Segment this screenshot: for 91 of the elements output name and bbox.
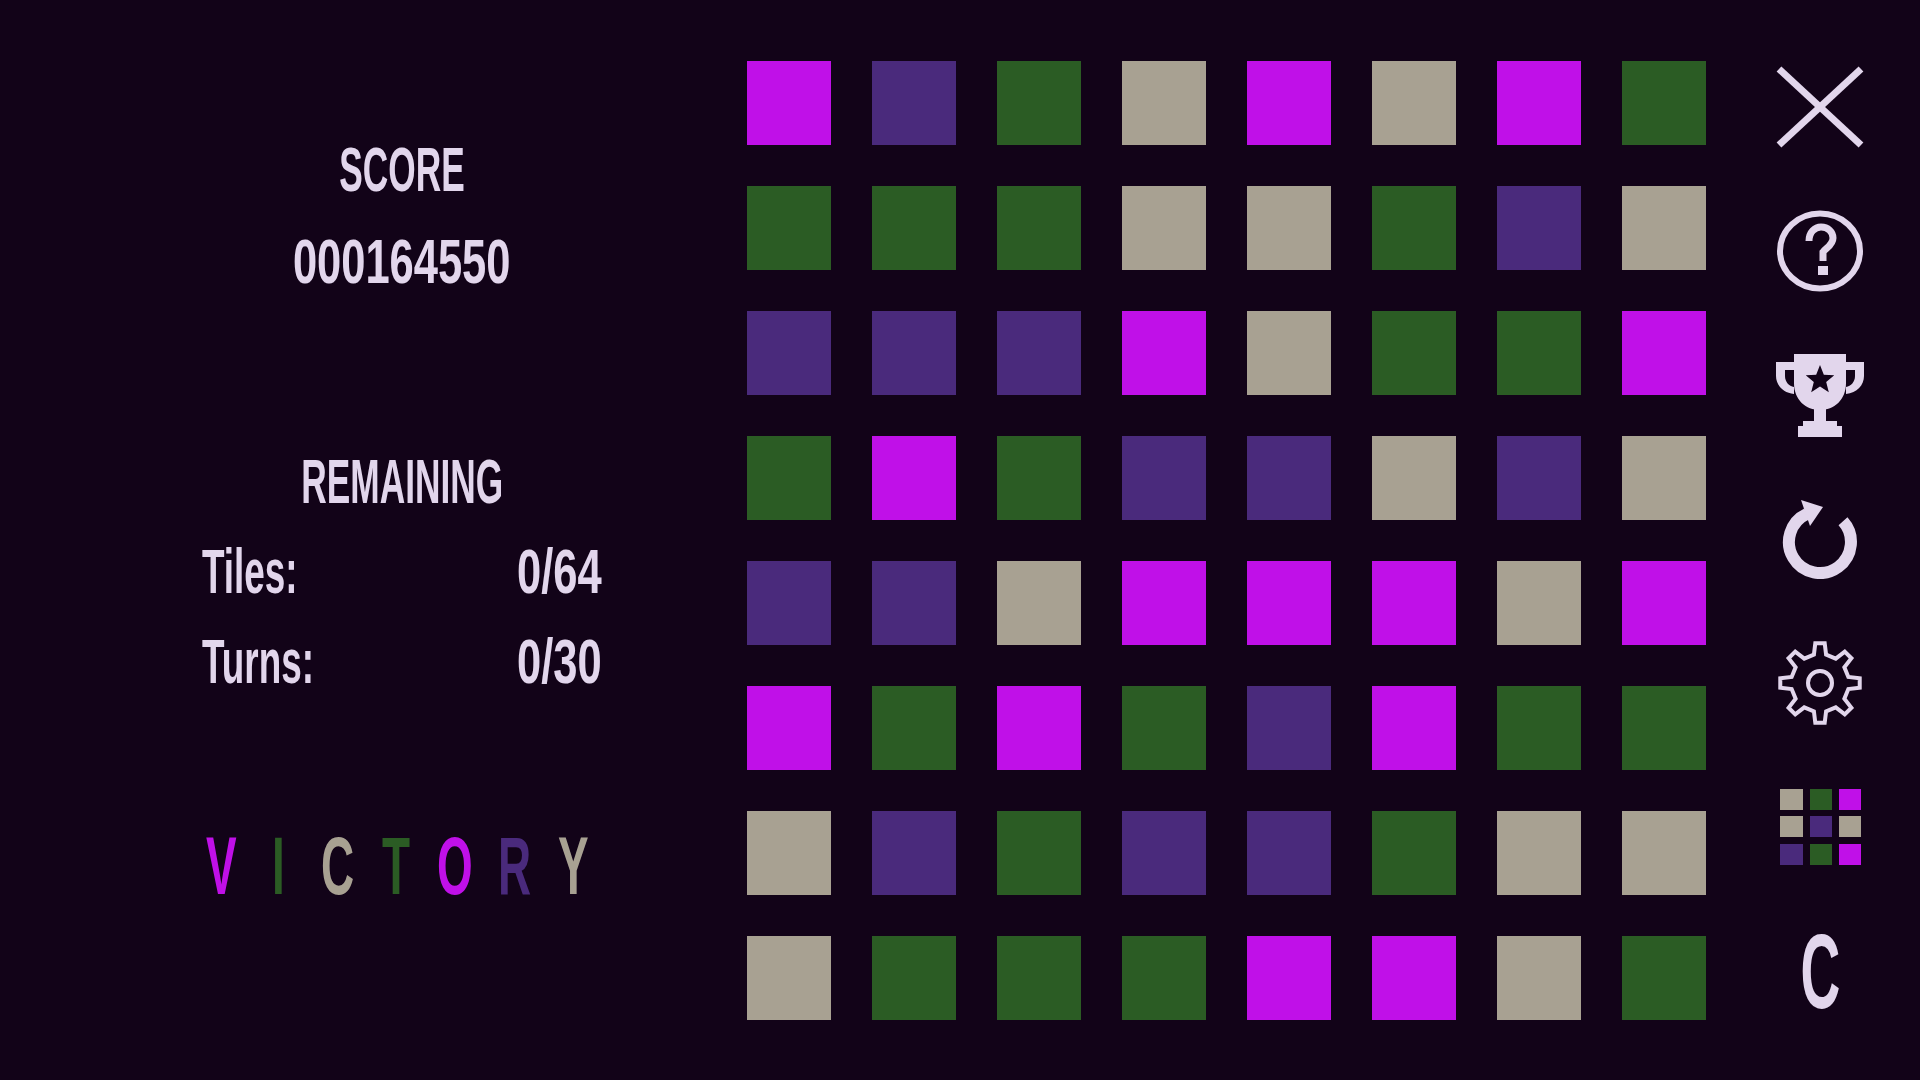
board-tile[interactable] (1247, 311, 1331, 395)
board-tile[interactable] (1247, 186, 1331, 270)
close-button[interactable] (1775, 65, 1865, 149)
settings-icon (1775, 640, 1865, 726)
board-tile[interactable] (1497, 311, 1581, 395)
victory-letter: I (272, 825, 286, 907)
remaining-heading: REMAINING (301, 450, 503, 513)
board-tile[interactable] (1122, 61, 1206, 145)
board-tile[interactable] (747, 186, 831, 270)
board-tile[interactable] (747, 311, 831, 395)
victory-letter: V (205, 825, 237, 907)
board-tile[interactable] (1622, 936, 1706, 1020)
board-tile[interactable] (1247, 686, 1331, 770)
board-tile[interactable] (1372, 61, 1456, 145)
board-tile[interactable] (1497, 61, 1581, 145)
board-tile[interactable] (1372, 186, 1456, 270)
board-tile[interactable] (1497, 436, 1581, 520)
board-tile[interactable] (1372, 561, 1456, 645)
board-tile[interactable] (1622, 186, 1706, 270)
board-tile[interactable] (1497, 561, 1581, 645)
board-tile[interactable] (747, 686, 831, 770)
stat-value: 0/30 (517, 630, 602, 693)
board-tile[interactable] (997, 561, 1081, 645)
board-tile[interactable] (747, 936, 831, 1020)
board-tile[interactable] (1122, 186, 1206, 270)
restart-icon (1782, 499, 1858, 579)
board-tile[interactable] (1372, 311, 1456, 395)
trophy-button[interactable] (1776, 353, 1864, 437)
board-tile[interactable] (1497, 811, 1581, 895)
board-tile[interactable] (997, 186, 1081, 270)
victory-letter: C (320, 825, 354, 907)
tile-grid-button[interactable] (1779, 789, 1861, 865)
board-tile[interactable] (872, 61, 956, 145)
trophy-icon (1776, 353, 1864, 437)
board-tile[interactable] (997, 811, 1081, 895)
score-value: 000164550 (293, 230, 511, 293)
board-tile[interactable] (1622, 61, 1706, 145)
board-tile[interactable] (1247, 61, 1331, 145)
board-tile[interactable] (872, 561, 956, 645)
score-label: SCORE (339, 138, 465, 201)
board-tile[interactable] (872, 686, 956, 770)
board-tile[interactable] (997, 311, 1081, 395)
board-tile[interactable] (1247, 936, 1331, 1020)
letter-button[interactable]: C (1798, 928, 1842, 1014)
board-tile[interactable] (1122, 811, 1206, 895)
board-tile[interactable] (1622, 686, 1706, 770)
board-tile[interactable] (1247, 436, 1331, 520)
victory-letter: R (497, 825, 532, 907)
board-tile[interactable] (1122, 561, 1206, 645)
board-tile[interactable] (872, 436, 956, 520)
board-tile[interactable] (872, 936, 956, 1020)
board-tile[interactable] (1497, 686, 1581, 770)
board-tile[interactable] (1372, 436, 1456, 520)
board-tile[interactable] (1622, 561, 1706, 645)
help-button[interactable] (1776, 210, 1864, 292)
board-tile[interactable] (872, 311, 956, 395)
victory-letter: Y (557, 825, 589, 907)
board-tile[interactable] (747, 561, 831, 645)
board-tile[interactable] (1622, 311, 1706, 395)
board-tile[interactable] (872, 811, 956, 895)
board-tile[interactable] (1122, 436, 1206, 520)
board-tile[interactable] (1372, 936, 1456, 1020)
board-tile[interactable] (1122, 686, 1206, 770)
settings-button[interactable] (1775, 640, 1865, 726)
board-tile[interactable] (747, 61, 831, 145)
board-tile[interactable] (997, 936, 1081, 1020)
board-tile[interactable] (1497, 186, 1581, 270)
board-tile[interactable] (1247, 561, 1331, 645)
victory-letter: T (381, 825, 410, 907)
board-tile[interactable] (997, 436, 1081, 520)
restart-button[interactable] (1782, 499, 1858, 579)
board-tile[interactable] (747, 436, 831, 520)
board-tile[interactable] (1122, 311, 1206, 395)
board-tile[interactable] (1622, 811, 1706, 895)
board-tile[interactable] (1622, 436, 1706, 520)
board-tile[interactable] (997, 686, 1081, 770)
board-tile[interactable] (1372, 686, 1456, 770)
close-icon (1775, 65, 1865, 149)
board-tile[interactable] (1372, 811, 1456, 895)
tile-grid-icon (1779, 789, 1861, 865)
board-tile[interactable] (872, 186, 956, 270)
stat-value: 0/64 (517, 540, 602, 603)
board-tile[interactable] (747, 811, 831, 895)
victory-letter: O (437, 825, 473, 907)
stat-label: Tiles: (202, 540, 298, 603)
board-tile[interactable] (1497, 936, 1581, 1020)
board-tile[interactable] (1122, 936, 1206, 1020)
board-tile[interactable] (1247, 811, 1331, 895)
board-tile[interactable] (997, 61, 1081, 145)
stat-label: Turns: (202, 630, 314, 693)
help-icon (1776, 210, 1864, 292)
